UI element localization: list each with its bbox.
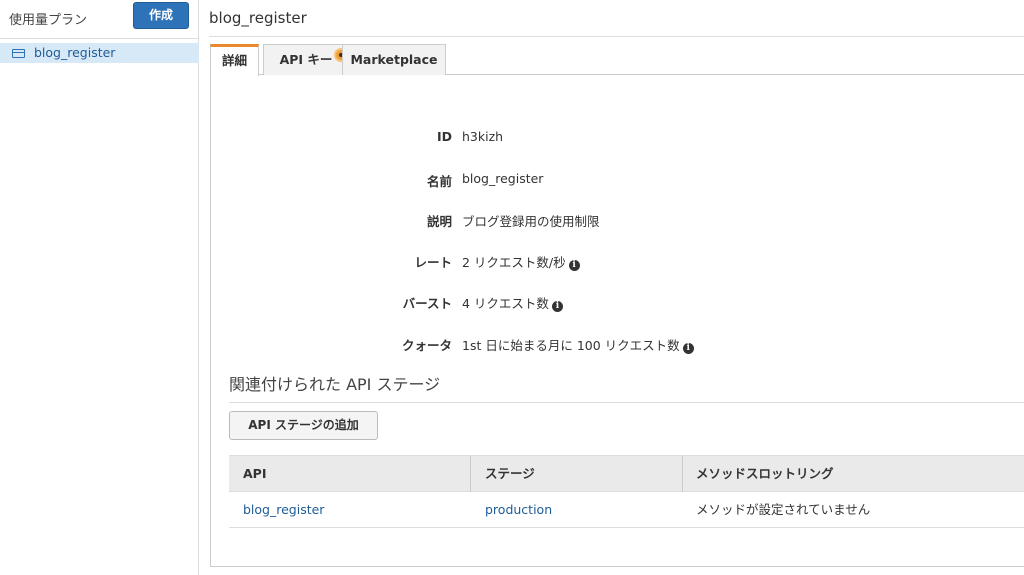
detail-value: ブログ登録用の使用制限 (462, 214, 600, 229)
info-icon[interactable]: i (682, 343, 694, 354)
detail-value: 4 リクエスト数 (462, 296, 549, 311)
page-title: blog_register (209, 9, 307, 27)
detail-value-row: 1st 日に始まる月に 100 リクエスト数 i (462, 335, 694, 354)
info-icon[interactable]: i (568, 260, 580, 271)
detail-value: h3kizh (462, 129, 504, 144)
detail-value-row: 2 リクエスト数/秒 i (462, 252, 580, 271)
tab-marketplace[interactable]: Marketplace (342, 44, 446, 75)
table-row: blog_register production メソッドが設定されていません (229, 492, 1024, 528)
column-divider (682, 456, 683, 492)
usage-plan-icon (12, 49, 25, 58)
info-icon[interactable]: i (551, 301, 563, 312)
column-header-stage[interactable]: ステージ (485, 456, 535, 492)
detail-value: 2 リクエスト数/秒 (462, 255, 566, 270)
detail-value: blog_register (462, 171, 544, 186)
detail-label: ID (436, 129, 452, 144)
section-divider (229, 402, 1024, 403)
column-header-api[interactable]: API (243, 456, 267, 492)
detail-label: レート (414, 255, 452, 270)
column-header-method-throttling[interactable]: メソッドスロットリング (696, 456, 834, 492)
section-title: 関連付けられた API ステージ (229, 375, 441, 394)
sidebar: 使用量プラン 作成 blog_register (0, 0, 199, 575)
sidebar-item-label: blog_register (34, 45, 116, 60)
api-link[interactable]: blog_register (243, 492, 324, 528)
create-button[interactable]: 作成 (133, 2, 189, 29)
detail-label: クォータ (401, 338, 452, 353)
table-header: API ステージ メソッドスロットリング (229, 455, 1024, 492)
sidebar-title: 使用量プラン (9, 13, 88, 28)
tab-details[interactable]: 詳細 (210, 44, 259, 76)
detail-value: 1st 日に始まる月に 100 リクエスト数 (462, 338, 680, 353)
method-throttling-value: メソッドが設定されていません (696, 502, 871, 517)
title-divider (209, 36, 1024, 37)
detail-value-row: 4 リクエスト数 i (462, 293, 563, 312)
sidebar-divider (0, 38, 199, 39)
add-api-stage-button[interactable]: API ステージの追加 (229, 411, 378, 440)
tab-api-keys-label: API キー (279, 52, 333, 67)
sidebar-item-blog-register[interactable]: blog_register (0, 43, 199, 63)
detail-label: 説明 (426, 214, 452, 229)
column-divider (470, 456, 471, 492)
stage-link[interactable]: production (485, 492, 552, 528)
detail-label: 名前 (426, 174, 452, 189)
detail-label: バースト (402, 296, 452, 311)
tab-api-keys[interactable]: API キー (263, 44, 349, 75)
sidebar-header: 使用量プラン 作成 (0, 0, 199, 36)
